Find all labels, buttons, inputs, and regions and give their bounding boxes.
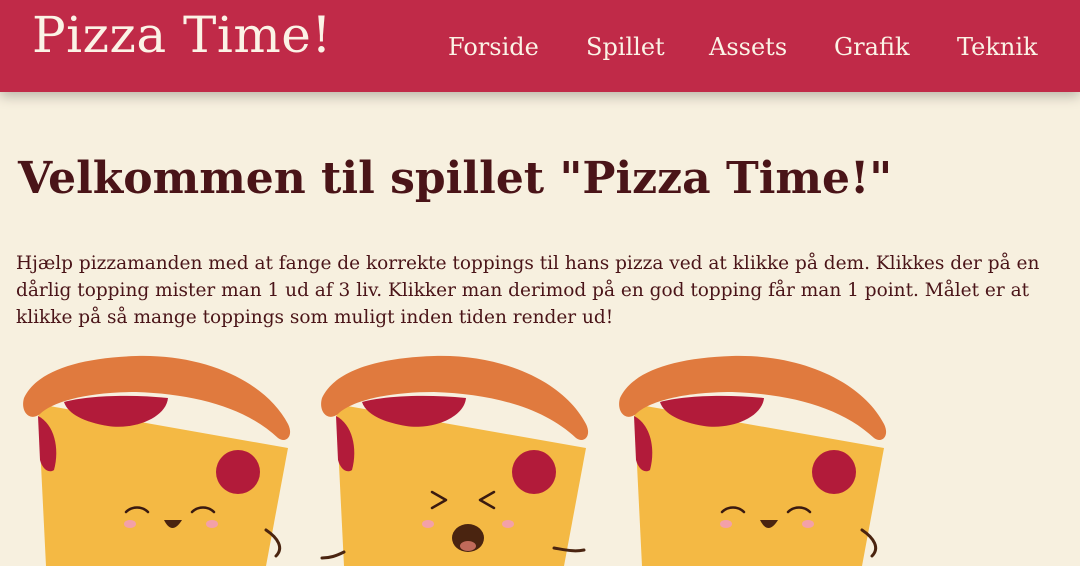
nav-link-grafik[interactable]: Grafik (834, 33, 910, 61)
nav-link-forside[interactable]: Forside (448, 33, 539, 61)
main-nav: Forside Spillet Assets Grafik Teknik (0, 33, 1080, 67)
nav-link-assets[interactable]: Assets (709, 33, 787, 61)
site-header: Pizza Time! Forside Spillet Assets Grafi… (0, 0, 1080, 92)
happy-pizza-character (612, 352, 902, 566)
nav-link-spillet[interactable]: Spillet (586, 33, 665, 61)
intro-text: Hjælp pizzamanden med at fange de korrek… (16, 253, 1040, 328)
happy-pizza-character (16, 352, 306, 566)
page-title: Velkommen til spillet "Pizza Time!" (18, 153, 893, 204)
nav-link-teknik[interactable]: Teknik (957, 33, 1038, 61)
shouting-pizza-character (314, 352, 604, 566)
